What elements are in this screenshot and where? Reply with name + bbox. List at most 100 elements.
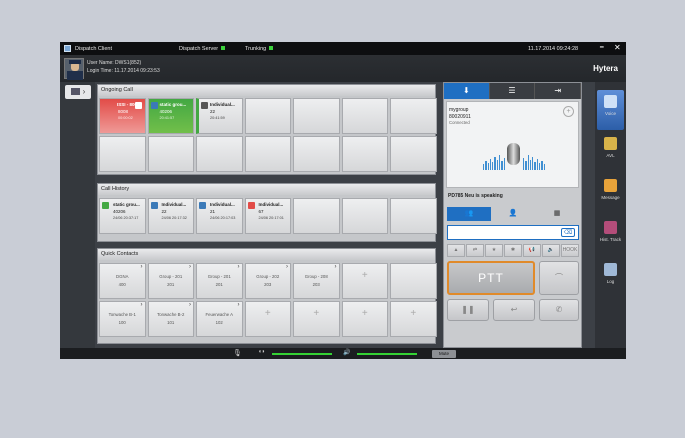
microphone-icon: 🎙 [233, 350, 242, 357]
headset-volume-slider[interactable] [272, 353, 332, 355]
add-contact-slot[interactable]: + [341, 263, 388, 299]
add-contact-slot[interactable]: + [244, 301, 291, 337]
server-status-icon [221, 46, 226, 51]
phone-mute-icon: ✆ [555, 305, 563, 314]
chevron-right-icon[interactable]: › [189, 302, 191, 308]
tab-list[interactable]: ☰ [490, 83, 536, 99]
call-history-item[interactable]: Individual... 21 24/06 20:17:03 [196, 198, 243, 234]
quick-contact-tile[interactable]: › Group - 201 201 [147, 263, 194, 299]
broadcast-icon[interactable]: 📢 [523, 244, 541, 257]
ongoing-call-grid: ISSI - 8008 8008 00:00:02 static grou...… [99, 98, 437, 172]
bottom-audio-bar: 🎙 ◖◗ 🔊 Mute [60, 348, 626, 359]
quick-contact-tile[interactable]: › Feuerwache A 102 [196, 301, 243, 337]
callback-button[interactable]: ↩ [493, 299, 535, 321]
microphone-icon [507, 143, 520, 165]
user-header: User Name: DWS1(852) Login Time: 11.17.2… [60, 55, 626, 82]
backspace-icon[interactable]: ⌫ [561, 228, 575, 237]
quick-contacts-panel: Quick Contacts › DGNA 400 › Group - 201 201 … [97, 248, 437, 344]
add-contact-slot[interactable]: + [341, 301, 388, 337]
call-history-item[interactable]: Individual... 22 24/06 20:17:32 [147, 198, 194, 234]
tab-exit[interactable]: ⇥ [535, 83, 582, 99]
transfer-icon[interactable]: ⇄ [466, 244, 484, 257]
forward-icon[interactable]: ✱ [504, 244, 522, 257]
ongoing-call-tile[interactable]: ISSI - 8008 8008 00:00:02 [99, 98, 146, 134]
chevron-right-icon[interactable]: › [141, 302, 143, 308]
add-contact-slot[interactable]: + [293, 301, 340, 337]
chevron-right-icon: › [82, 87, 86, 96]
add-icon: + [264, 308, 271, 319]
nav-avl[interactable]: AVL [597, 132, 624, 172]
tab-incoming[interactable]: ⬇ [444, 83, 490, 99]
nav-voice[interactable]: Voice [597, 90, 624, 130]
alert-icon[interactable]: ▲ [447, 244, 465, 257]
trunking-status-icon [269, 46, 274, 51]
hangup-button[interactable]: ⌒ [539, 261, 579, 295]
add-contact-slot[interactable]: + [390, 301, 437, 337]
mute-call-button[interactable]: ✆ [539, 299, 579, 321]
chevron-right-icon[interactable]: › [238, 264, 240, 270]
chevron-right-icon[interactable]: › [335, 264, 337, 270]
number-input[interactable]: ⌫ [447, 225, 579, 240]
list-icon: ☰ [508, 86, 516, 95]
empty-slot [390, 98, 437, 134]
headset-volume-icon: ◖◗ [258, 349, 266, 355]
quick-contact-tile[interactable]: › Group - 208 203 [293, 263, 340, 299]
ptt-button[interactable]: PTT [447, 261, 535, 295]
add-icon: + [361, 308, 368, 319]
chevron-right-icon[interactable]: › [189, 264, 191, 270]
login-time: Login Time: 11.17.2014 09:23:53 [87, 68, 160, 74]
nav-message[interactable]: Message [597, 174, 624, 214]
empty-slot [390, 198, 437, 234]
chevron-right-icon[interactable]: › [286, 264, 288, 270]
quick-contact-tile[interactable]: › Group - 201 201 [196, 263, 243, 299]
quick-contact-tile[interactable]: › Group - 202 203 [244, 263, 291, 299]
avatar [64, 58, 84, 80]
group-call-icon [150, 102, 158, 109]
ongoing-call-tile[interactable]: static grou... 40206 20:41:57 [147, 98, 194, 134]
minimize-icon[interactable]: ━ [600, 44, 604, 51]
group-icon: 👥 [464, 210, 474, 217]
expand-panel-button[interactable]: › [65, 85, 91, 99]
quick-contact-tile[interactable]: › DGNA 400 [99, 263, 146, 299]
incoming-call-icon [150, 202, 158, 209]
empty-slot [341, 98, 388, 134]
quick-contact-tile[interactable]: › Tonwache B-1 100 [99, 301, 146, 337]
call-history-item[interactable]: static grou... 40206 24/06 20:37:17 [99, 198, 146, 234]
chevron-right-icon[interactable]: › [141, 264, 143, 270]
call-history-item[interactable]: Individual... 67 24/06 20:17:01 [244, 198, 291, 234]
empty-slot [99, 136, 146, 172]
hook-button[interactable]: HOOK [561, 244, 579, 257]
add-member-icon[interactable]: + [563, 106, 574, 117]
tab-individuals[interactable]: 👤 [491, 207, 535, 221]
group-name: mygroup [449, 107, 469, 113]
left-sidebar: › [60, 82, 95, 348]
tab-phonebook[interactable]: ▦ [535, 207, 579, 221]
message-icon [604, 179, 617, 192]
speaker-volume-icon: 🔊 [343, 350, 351, 356]
tab-groups[interactable]: 👥 [447, 207, 491, 221]
callback-icon: ↩ [510, 305, 518, 314]
missed-call-icon [247, 202, 255, 209]
audio-wave-right [523, 150, 545, 170]
pause-icon: ❚❚ [461, 305, 475, 314]
pause-button[interactable]: ❚❚ [447, 299, 489, 321]
brand-logo: Hytera [593, 64, 618, 73]
ongoing-call-tile[interactable]: Individual... 22 20:41:59 [196, 98, 243, 134]
volume-icon[interactable]: 🔈 [542, 244, 560, 257]
speaker-volume-slider[interactable] [357, 353, 417, 355]
close-icon[interactable]: ✕ [614, 43, 621, 52]
nav-hist-track[interactable]: Hist. Track [597, 216, 624, 256]
call-history-grid: static grou... 40206 24/06 20:37:17 Indi… [99, 198, 437, 234]
star-icon[interactable]: ★ [485, 244, 503, 257]
app-icon [64, 45, 71, 52]
empty-slot [390, 136, 437, 172]
mute-button[interactable]: Mute [432, 350, 456, 358]
exit-icon: ⇥ [554, 86, 562, 95]
nav-log[interactable]: Log [597, 258, 624, 298]
quick-contact-tile[interactable]: › Tonwache B-2 101 [147, 301, 194, 337]
right-navigation: Voice AVL Message Hist. Track Log [595, 82, 626, 348]
contact-tabs: 👥 👤 ▦ [447, 207, 579, 221]
chevron-right-icon[interactable]: › [238, 302, 240, 308]
empty-slot [341, 198, 388, 234]
incoming-call-icon [199, 202, 206, 209]
